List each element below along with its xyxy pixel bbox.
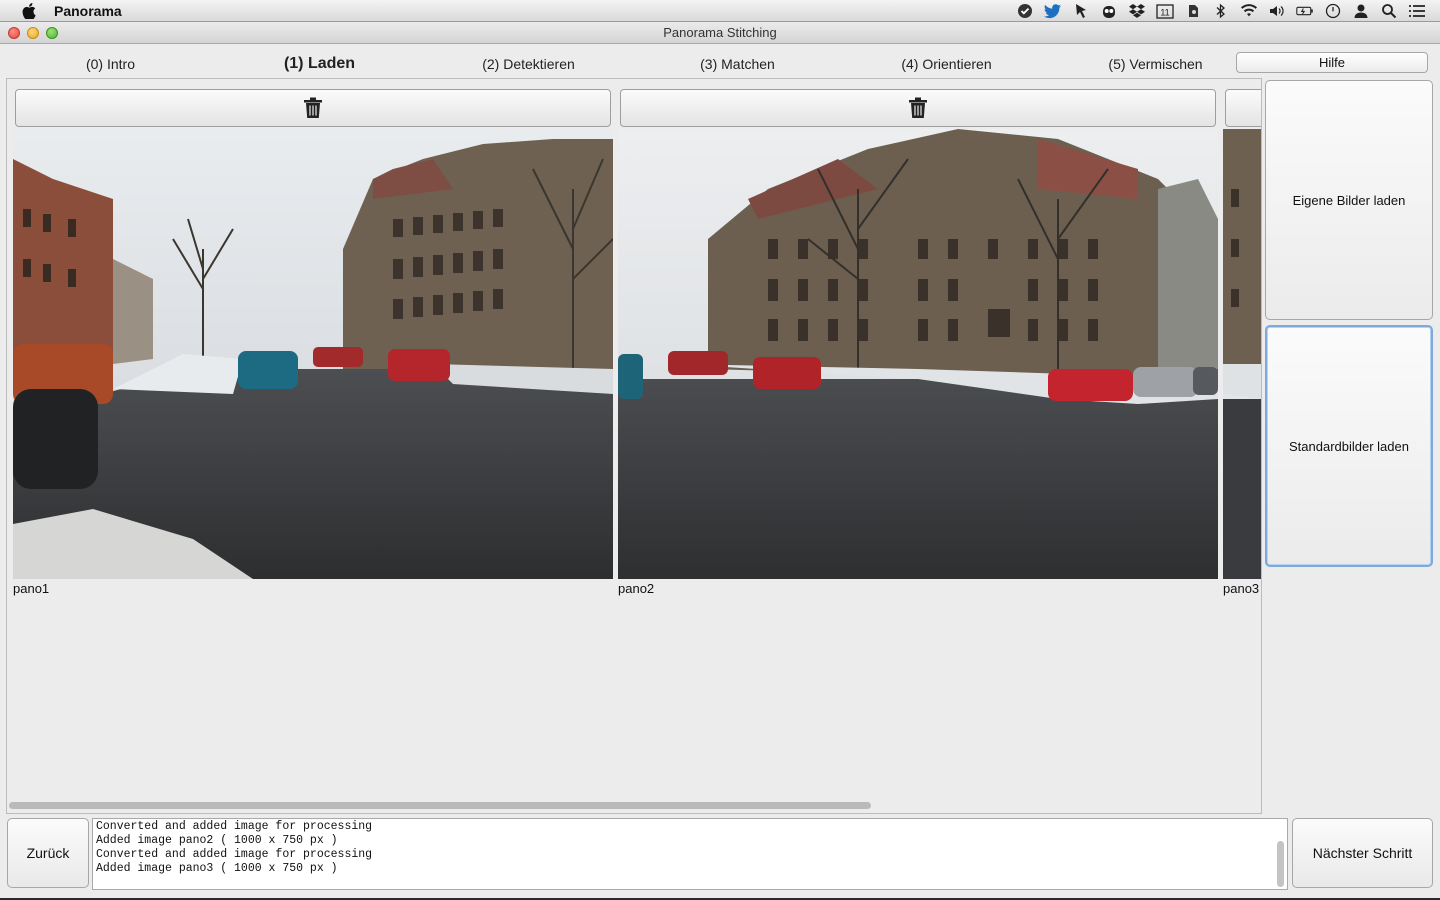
load-default-images-button[interactable]: Standardbilder laden [1265, 325, 1433, 567]
dropbox-icon[interactable] [1128, 2, 1146, 20]
delete-image-button[interactable] [620, 89, 1216, 127]
battery-icon[interactable] [1296, 2, 1314, 20]
load-own-images-button[interactable]: Eigene Bilder laden [1265, 80, 1433, 320]
svg-text:11: 11 [1160, 8, 1169, 18]
log-line: Converted and added image for processing [96, 848, 373, 861]
log-line: Added image pano2 ( 1000 x 750 px ) [96, 834, 338, 847]
log-output: Converted and added image for processing… [92, 818, 1288, 890]
apple-icon[interactable] [20, 2, 38, 20]
image-label: pano1 [13, 581, 50, 596]
scrollbar-thumb[interactable] [9, 802, 871, 809]
image-label: pano3 [1223, 581, 1260, 596]
tab-intro[interactable]: (0) Intro [6, 52, 215, 76]
image-label: pano2 [618, 581, 655, 596]
tab-orientieren[interactable]: (4) Orientieren [842, 52, 1051, 76]
volume-icon[interactable] [1268, 2, 1286, 20]
app-menu-name[interactable]: Panorama [54, 3, 122, 19]
tab-detektieren[interactable]: (2) Detektieren [424, 52, 633, 76]
wifi-icon[interactable] [1240, 2, 1258, 20]
scrollbar-thumb[interactable] [1277, 841, 1284, 887]
image-thumbnail[interactable] [13, 129, 613, 579]
tab-matchen[interactable]: (3) Matchen [633, 52, 842, 76]
bluetooth-icon[interactable] [1212, 2, 1230, 20]
log-line: Converted and added image for processing [96, 820, 373, 833]
trash-icon [304, 97, 322, 118]
status-icons: 11 [1016, 0, 1426, 22]
zoom-window-button[interactable] [46, 27, 58, 39]
window-title: Panorama Stitching [663, 25, 777, 40]
calendar-icon[interactable]: 11 [1156, 2, 1174, 20]
check-shield-icon[interactable] [1016, 2, 1034, 20]
image-panel: pano1 pano2 pano3 [6, 78, 1262, 814]
next-step-button[interactable]: Nächster Schritt [1292, 818, 1433, 888]
vertical-scrollbar[interactable] [1276, 821, 1285, 887]
trash-icon [909, 97, 927, 118]
step-tabs: (0) Intro (1) Laden (2) Detektieren (3) … [6, 52, 1260, 76]
delete-image-button[interactable] [15, 89, 611, 127]
horizontal-scrollbar[interactable] [9, 800, 1259, 811]
help-button[interactable]: Hilfe [1236, 52, 1428, 73]
twitter-icon[interactable] [1044, 2, 1062, 20]
app-window: Panorama Stitching (0) Intro (1) Laden (… [0, 22, 1440, 898]
list-icon[interactable] [1408, 2, 1426, 20]
evernote-icon[interactable] [1184, 2, 1202, 20]
user-icon[interactable] [1352, 2, 1370, 20]
title-bar: Panorama Stitching [0, 22, 1440, 44]
image-thumbnail[interactable] [1223, 129, 1261, 579]
owl-icon[interactable] [1100, 2, 1118, 20]
image-thumbnail[interactable] [618, 129, 1218, 579]
cursor-icon[interactable] [1072, 2, 1090, 20]
close-window-button[interactable] [8, 27, 20, 39]
tab-laden[interactable]: (1) Laden [215, 52, 424, 76]
menu-bar: Panorama 11 [0, 0, 1440, 22]
delete-image-button[interactable] [1225, 89, 1261, 127]
search-icon[interactable] [1380, 2, 1398, 20]
log-line: Added image pano3 ( 1000 x 750 px ) [96, 862, 338, 875]
window-controls [8, 27, 58, 39]
clock-icon[interactable] [1324, 2, 1342, 20]
tab-vermischen[interactable]: (5) Vermischen [1051, 52, 1260, 76]
back-button[interactable]: Zurück [7, 818, 89, 888]
minimize-window-button[interactable] [27, 27, 39, 39]
